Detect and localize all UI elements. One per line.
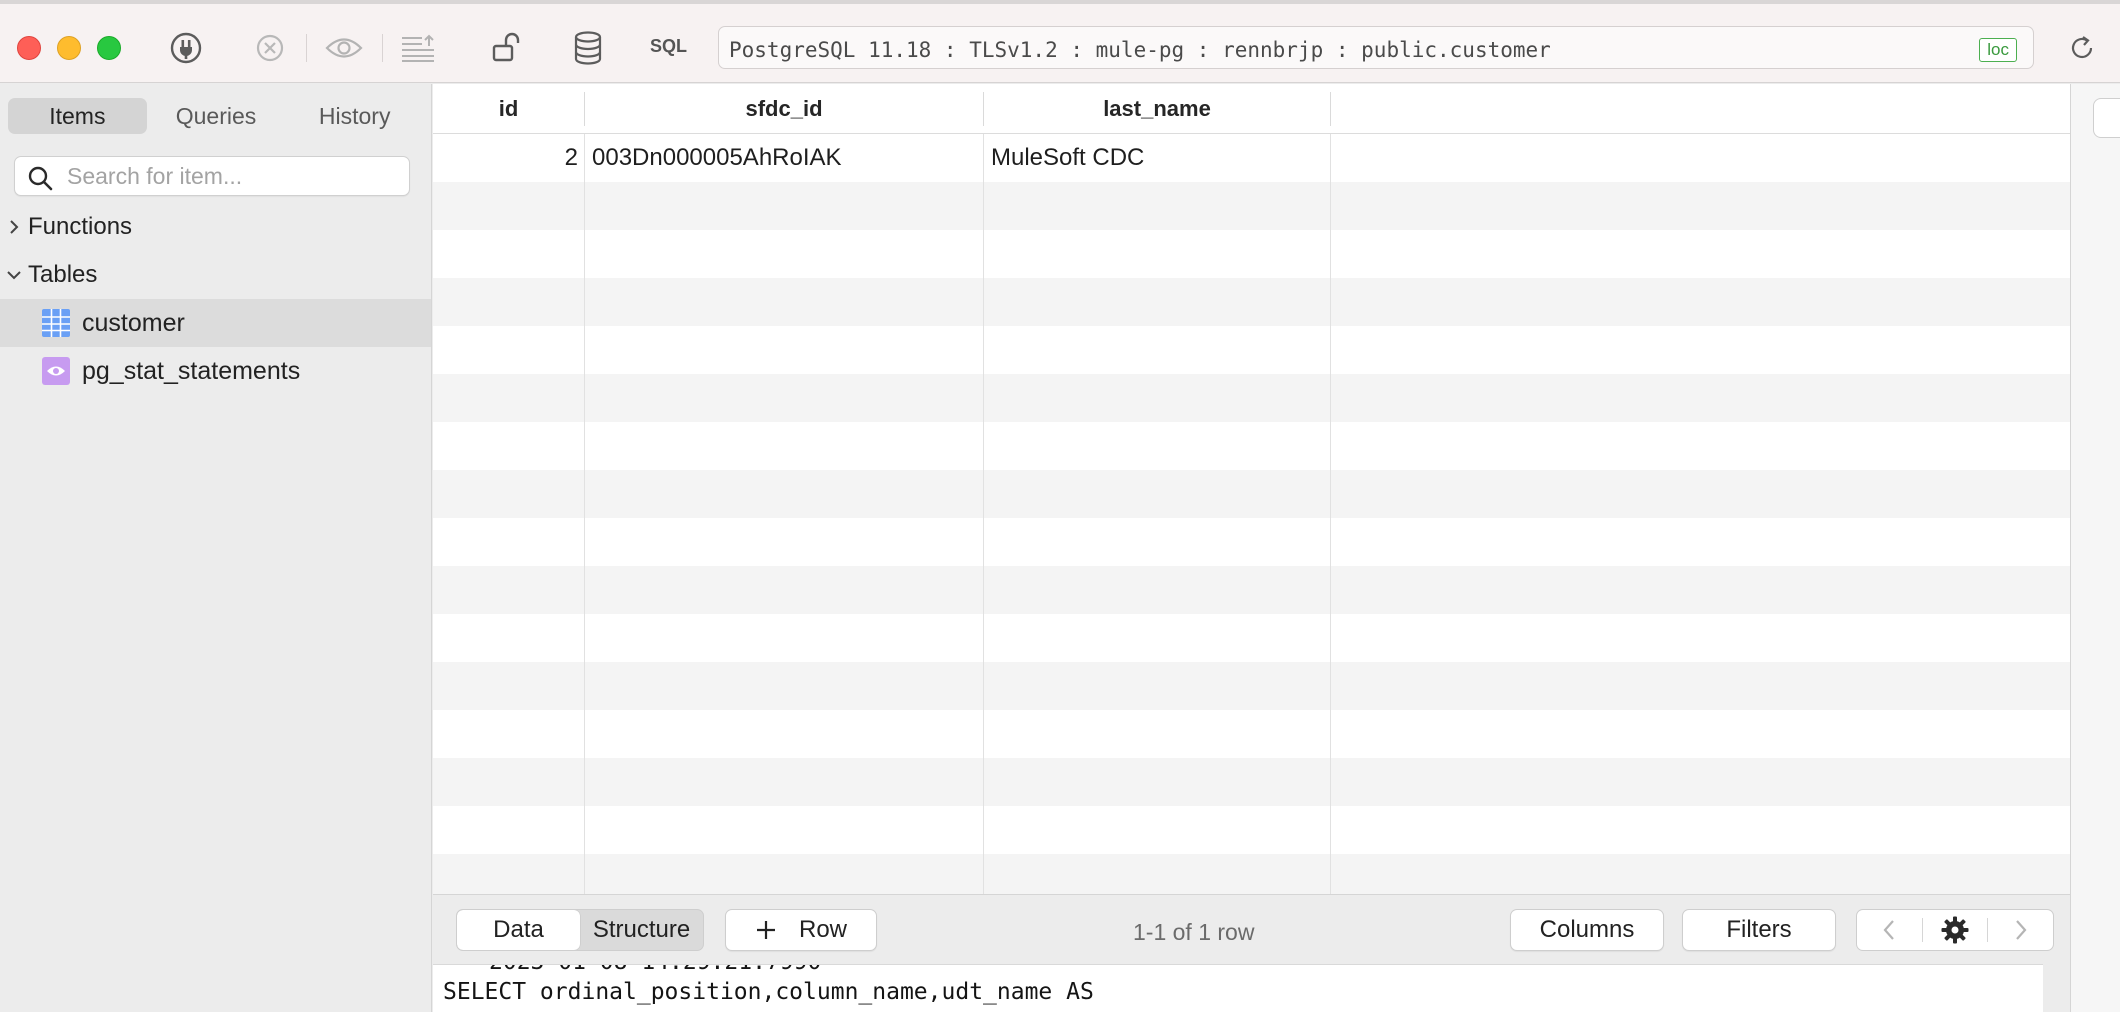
column-header-last-name[interactable]: last_name [984, 84, 1330, 134]
add-row-label: Row [798, 916, 847, 943]
add-row-button[interactable]: Row [725, 909, 877, 951]
empty-row [433, 326, 2070, 374]
pagination [1856, 909, 2054, 951]
table-row[interactable]: 2 003Dn000005AhRoIAK MuleSoft CDC [433, 134, 2070, 182]
toolbar: SQL PostgreSQL 11.18 : TLSv1.2 : mule-pg… [0, 0, 2120, 83]
column-header-id[interactable]: id [433, 84, 584, 134]
sidebar-item-label: customer [82, 309, 185, 337]
cell-sfdc-id[interactable]: 003Dn000005AhRoIAK [592, 134, 980, 182]
settings-button[interactable] [1923, 910, 1988, 950]
gear-icon [1941, 916, 1969, 944]
grid-line [584, 134, 585, 894]
sidebar: Items Queries History Functions Tables c… [0, 84, 432, 1012]
chevron-left-icon [1883, 920, 1895, 940]
grid-line [1330, 134, 1331, 894]
section-label: Tables [28, 261, 98, 288]
column-divider[interactable] [1330, 92, 1331, 126]
empty-row [433, 806, 2070, 854]
right-panel-toggle[interactable] [2093, 98, 2120, 138]
empty-row [433, 422, 2070, 470]
data-grid: id sfdc_id last_name 2 003Dn000005AhRoIA… [433, 84, 2070, 894]
text-align-icon[interactable] [398, 28, 438, 68]
eye-icon[interactable] [324, 28, 364, 68]
grid-header: id sfdc_id last_name [433, 84, 2070, 134]
columns-button[interactable]: Columns [1510, 909, 1664, 951]
empty-row [433, 854, 2070, 894]
log-timestamp: 2023-01-08 14:29:21.7990 [489, 965, 821, 975]
tab-data[interactable]: Data [457, 910, 580, 950]
empty-row [433, 518, 2070, 566]
section-label: Functions [28, 213, 133, 240]
unlock-icon[interactable] [485, 28, 525, 68]
search-input[interactable] [67, 157, 397, 195]
view-switcher: Data Structure [456, 909, 704, 951]
empty-row [433, 374, 2070, 422]
log-query-line: SELECT ordinal_position,column_name,udt_… [443, 979, 1094, 1005]
empty-row [433, 230, 2070, 278]
previous-page-button[interactable] [1857, 910, 1922, 950]
empty-row [433, 278, 2070, 326]
search-box [14, 156, 410, 196]
plus-icon [755, 919, 777, 941]
reload-icon[interactable] [2062, 28, 2102, 68]
grid-line [983, 134, 984, 894]
connection-info-text: PostgreSQL 11.18 : TLSv1.2 : mule-pg : r… [729, 38, 1551, 62]
toolbar-divider [382, 34, 383, 62]
sidebar-item-customer[interactable]: customer [0, 299, 431, 347]
sidebar-tabs: Items Queries History [8, 98, 424, 134]
column-header-sfdc-id[interactable]: sfdc_id [585, 84, 983, 134]
right-panel [2070, 84, 2120, 1012]
empty-row [433, 566, 2070, 614]
empty-row [433, 182, 2070, 230]
tab-queries[interactable]: Queries [147, 98, 286, 134]
empty-row [433, 710, 2070, 758]
row-count: 1-1 of 1 row [1133, 919, 1255, 945]
empty-row [433, 470, 2070, 518]
bottom-bar: Data Structure Row 1-1 of 1 row Columns … [433, 894, 2070, 964]
sidebar-section-tables[interactable]: Tables [0, 251, 431, 299]
table-icon [42, 309, 70, 337]
chevron-down-icon [0, 268, 28, 282]
sidebar-item-label: pg_stat_statements [82, 357, 301, 385]
toolbar-divider [306, 34, 307, 62]
environment-badge: loc [1979, 38, 2017, 62]
empty-row [433, 614, 2070, 662]
connection-info-bar: PostgreSQL 11.18 : TLSv1.2 : mule-pg : r… [718, 26, 2034, 69]
sql-button[interactable]: SQL [650, 36, 687, 57]
cell-id[interactable]: 2 [433, 134, 578, 182]
view-icon [42, 357, 70, 385]
chevron-right-icon [0, 218, 28, 236]
tab-structure[interactable]: Structure [580, 910, 703, 950]
power-icon[interactable] [166, 28, 206, 68]
query-log-console[interactable]: 2023-01-08 14:29:21.7990 SELECT ordinal_… [433, 964, 2043, 1012]
tab-items[interactable]: Items [8, 98, 147, 134]
tab-history[interactable]: History [285, 98, 424, 134]
sidebar-section-functions[interactable]: Functions [0, 203, 431, 251]
empty-row [433, 758, 2070, 806]
empty-row [433, 662, 2070, 710]
next-page-button[interactable] [1988, 910, 2053, 950]
close-window-button[interactable] [17, 36, 41, 60]
database-icon[interactable] [568, 28, 608, 68]
stop-icon[interactable] [250, 28, 290, 68]
minimize-window-button[interactable] [57, 36, 81, 60]
sidebar-item-pg-stat-statements[interactable]: pg_stat_statements [0, 347, 431, 395]
maximize-window-button[interactable] [97, 36, 121, 60]
filters-button[interactable]: Filters [1682, 909, 1836, 951]
chevron-right-icon [2015, 920, 2027, 940]
search-icon [27, 165, 53, 196]
cell-last-name[interactable]: MuleSoft CDC [991, 134, 1327, 182]
